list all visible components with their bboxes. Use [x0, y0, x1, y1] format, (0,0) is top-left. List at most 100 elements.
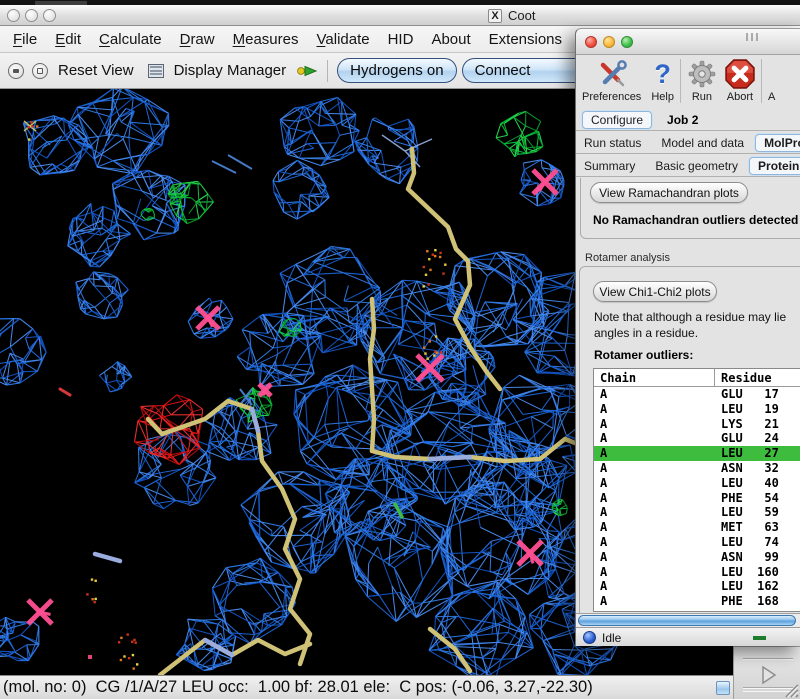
table-row[interactable]: ALEU 162	[594, 579, 800, 594]
partial-toolbar-item[interactable]: A	[768, 58, 775, 103]
rotamer-outliers-table[interactable]: Chain Residue AGLU 17ALEU 19ALYS 21AGLU …	[593, 368, 800, 612]
hydrogens-toggle-button[interactable]: Hydrogens on	[337, 58, 456, 83]
menu-edit[interactable]: Edit	[46, 28, 90, 51]
screen: X Coot FileEditCalculateDrawMeasuresVali…	[0, 0, 800, 699]
table-row[interactable]: AASN 99	[594, 550, 800, 565]
dialog-status-text: Idle	[602, 631, 621, 645]
cell-residue: GLU 17	[715, 387, 800, 402]
cell-residue: PHE 168	[715, 594, 800, 609]
menu-extensions[interactable]: Extensions	[480, 28, 571, 51]
window-titlebar[interactable]: X Coot	[0, 5, 800, 26]
tab-protein[interactable]: Protein	[749, 157, 800, 175]
table-row[interactable]: APHE 168	[594, 594, 800, 609]
play-button-icon[interactable]	[758, 665, 778, 685]
abort-button[interactable]: Abort	[725, 58, 755, 103]
slider-track[interactable]	[743, 658, 793, 660]
cell-chain: A	[594, 417, 715, 432]
dialog-status-bar: Idle	[576, 627, 800, 646]
cell-residue: LEU 162	[715, 579, 800, 594]
menu-draw[interactable]: Draw	[171, 28, 224, 51]
table-row[interactable]: APHE 54	[594, 491, 800, 506]
display-manager-icon[interactable]	[148, 64, 164, 78]
cell-chain: A	[594, 491, 715, 506]
cell-chain: A	[594, 387, 715, 402]
window-minimize-button[interactable]	[25, 9, 38, 22]
view-chi1-chi2-plots-button[interactable]: View Chi1-Chi2 plots	[593, 281, 717, 302]
dialog-toolbar-separator	[761, 59, 762, 103]
help-button[interactable]: ? Help	[651, 58, 674, 103]
table-row[interactable]: ALEU 74	[594, 535, 800, 550]
table-row[interactable]: ALEU 19	[594, 402, 800, 417]
horizontal-scrollbar[interactable]	[576, 613, 800, 627]
menu-hid[interactable]: HID	[379, 28, 423, 51]
menu-measures[interactable]: Measures	[224, 28, 308, 51]
menu-validate[interactable]: Validate	[307, 28, 378, 51]
dialog-zoom-button[interactable]	[621, 36, 633, 48]
tab-molprobity[interactable]: MolProbity	[755, 134, 800, 152]
go-arrow-icon[interactable]	[296, 63, 320, 79]
column-header-chain[interactable]: Chain	[594, 369, 715, 386]
tab-summary[interactable]: Summary	[576, 157, 643, 175]
table-row[interactable]: AGLU 24	[594, 431, 800, 446]
cell-residue: LEU 19	[715, 402, 800, 417]
dialog-drag-grip[interactable]	[746, 33, 760, 41]
dialog-toolbar-separator	[680, 59, 681, 103]
dialog-close-button[interactable]	[585, 36, 597, 48]
cell-chain: A	[594, 550, 715, 565]
tab-job-2[interactable]: Job 2	[658, 111, 707, 129]
cell-residue: ASN 99	[715, 550, 800, 565]
cell-chain: A	[594, 579, 715, 594]
menu-file[interactable]: File	[4, 28, 46, 51]
table-row[interactable]: AMET 63	[594, 520, 800, 535]
cell-chain: A	[594, 565, 715, 580]
display-manager-button[interactable]: Display Manager	[174, 62, 287, 79]
column-header-residue[interactable]: Residue	[715, 369, 800, 386]
corner-control-panel	[733, 646, 800, 699]
tab-model-and-data[interactable]: Model and data	[653, 134, 752, 152]
table-row[interactable]: ALEU 59	[594, 505, 800, 520]
dialog-minimize-button[interactable]	[603, 36, 615, 48]
cell-chain: A	[594, 446, 715, 461]
tab-row-job-sections: Run status Model and data MolProbity	[576, 132, 800, 154]
toolbar-separator	[327, 60, 328, 82]
tab-run-status[interactable]: Run status	[576, 134, 649, 152]
rotamer-outliers-label: Rotamer outliers:	[594, 348, 693, 362]
preferences-tools-icon	[597, 58, 627, 90]
tab-configure[interactable]: Configure	[582, 111, 652, 129]
table-body: AGLU 17ALEU 19ALYS 21AGLU 24ALEU 27AASN …	[594, 387, 800, 609]
view-ramachandran-plots-button[interactable]: View Ramachandran plots	[590, 182, 748, 203]
cell-chain: A	[594, 461, 715, 476]
undo-icon[interactable]	[8, 63, 24, 79]
green-handle-mark	[753, 636, 766, 640]
preferences-button[interactable]: Preferences	[582, 58, 641, 103]
table-row[interactable]: ALEU 160	[594, 565, 800, 580]
resize-grip[interactable]	[783, 682, 799, 698]
run-button[interactable]: Run	[687, 58, 717, 103]
cell-residue: LEU 74	[715, 535, 800, 550]
status-blue-chip[interactable]	[716, 681, 730, 695]
table-row[interactable]: ALYS 21	[594, 417, 800, 432]
rotamer-note-line1: Note that although a residue may lie	[594, 310, 786, 324]
table-row[interactable]: ALEU 40	[594, 476, 800, 491]
reset-view-button[interactable]: Reset View	[58, 62, 134, 79]
dialog-toolbar: Preferences ? Help	[576, 55, 800, 109]
cell-residue: MET 63	[715, 520, 800, 535]
tab-basic-geometry[interactable]: Basic geometry	[647, 157, 746, 175]
cell-residue: GLU 24	[715, 431, 800, 446]
abort-stop-icon	[725, 58, 755, 90]
cell-chain: A	[594, 505, 715, 520]
menu-about[interactable]: About	[422, 28, 479, 51]
table-row[interactable]: ALEU 27	[594, 446, 800, 461]
menu-calculate[interactable]: Calculate	[90, 28, 171, 51]
table-row[interactable]: AASN 32	[594, 461, 800, 476]
redo-icon[interactable]	[32, 63, 48, 79]
cell-chain: A	[594, 476, 715, 491]
dialog-titlebar[interactable]	[576, 29, 800, 55]
window-close-button[interactable]	[7, 9, 20, 22]
scrollbar-thumb[interactable]	[578, 615, 796, 626]
table-row[interactable]: AGLU 17	[594, 387, 800, 402]
cell-chain: A	[594, 402, 715, 417]
window-zoom-button[interactable]	[43, 9, 56, 22]
run-gear-icon	[687, 58, 717, 90]
cell-chain: A	[594, 520, 715, 535]
